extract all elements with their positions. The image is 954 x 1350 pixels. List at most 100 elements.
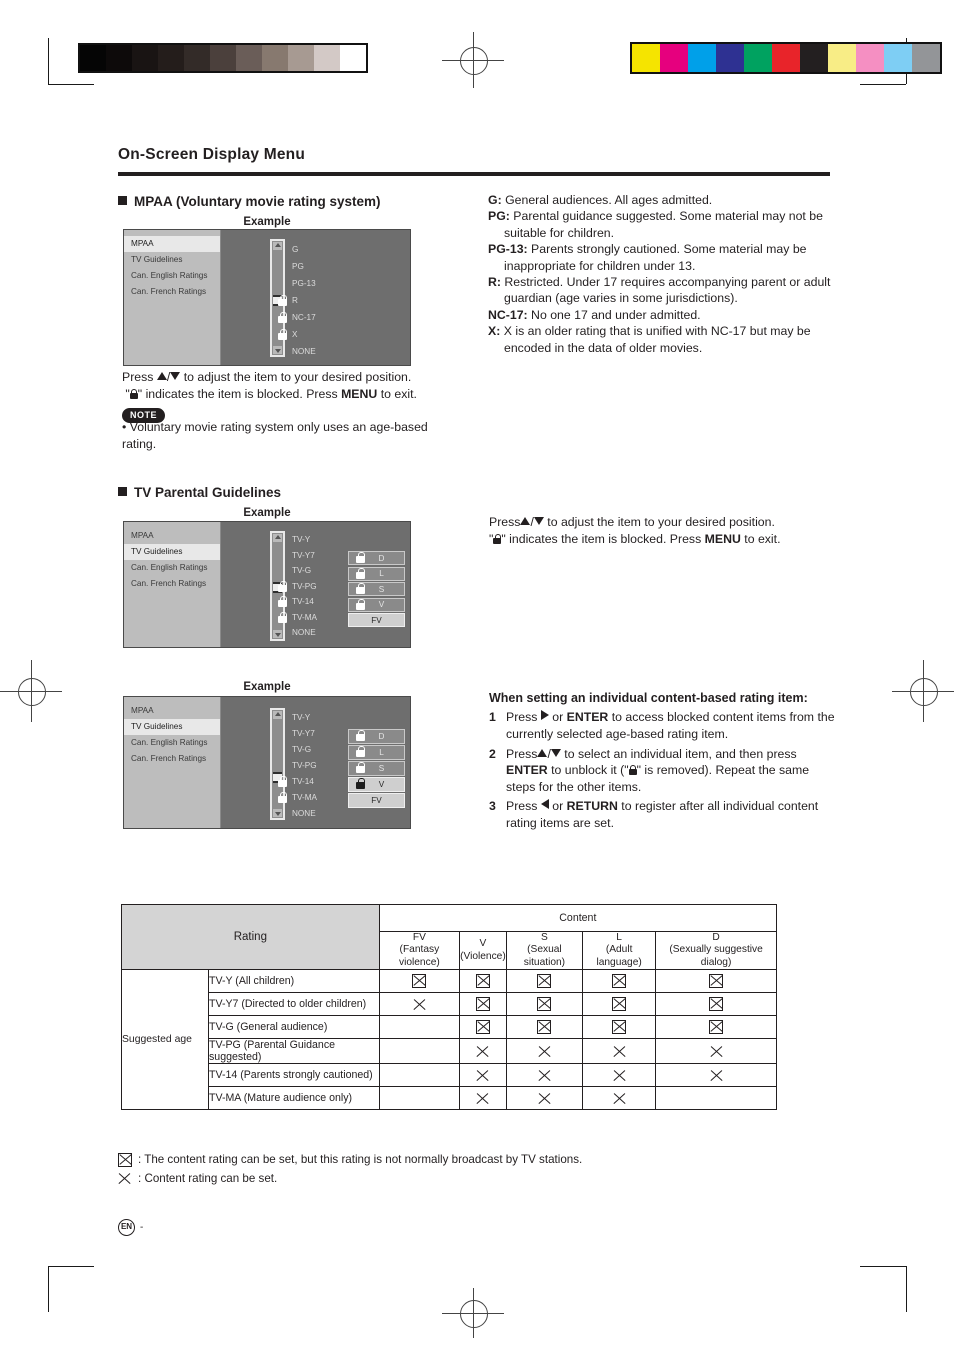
osd-content-panel: TV-Y TV-Y7 TV-G TV-PG TV-14 TV-MA NONE D L S V FV [220, 522, 410, 647]
rating-mark-cell [505, 1063, 584, 1088]
scroll-down-arrow-icon[interactable] [273, 809, 282, 817]
rating-mark-cell [459, 1086, 507, 1111]
osd-rating-label: TV-Y [292, 713, 311, 722]
osd-content-box[interactable]: V [348, 777, 405, 792]
osd-menu-item[interactable]: MPAA [124, 236, 220, 253]
lock-icon [278, 611, 287, 623]
osd-menu-item[interactable]: Can. English Ratings [124, 735, 220, 751]
osd-menu-item[interactable]: Can. French Ratings [124, 284, 220, 300]
content-column-header: V (Violence) [459, 930, 507, 971]
example-label-tv-2: Example [243, 681, 291, 693]
lock-icon [278, 776, 287, 787]
bullet-square-icon [118, 487, 127, 496]
osd-menu-panel: MPAA TV Guidelines Can. English Ratings Can… [124, 522, 221, 647]
osd-content-box[interactable]: L [348, 566, 405, 581]
osd-rating-row[interactable]: NONE [292, 347, 382, 356]
osd-rating-label: TV-MA [292, 793, 318, 802]
osd-content-box[interactable]: D [348, 729, 405, 744]
osd-menu-item[interactable]: TV Guidelines [124, 719, 220, 736]
down-arrow-icon [533, 517, 544, 525]
mpaa-instruction-blocked: " indicates the item is blocked. Press [137, 386, 342, 401]
registration-mark-bottom [442, 1288, 504, 1338]
instruction-step: 1 Press or ENTER to access blocked conten… [489, 709, 837, 742]
rating-mark-cell [459, 969, 507, 994]
lock-icon [356, 567, 365, 579]
scroll-up-arrow-icon[interactable] [273, 534, 282, 542]
osd-rating-row[interactable]: TV-Y [292, 535, 382, 544]
rating-mark-cell [582, 992, 657, 1017]
rating-mark-cell [459, 1063, 507, 1088]
osd-content-box-label: FV [371, 615, 382, 625]
rating-name-cell: TV-MA (Mature audience only) [208, 1086, 380, 1111]
crop-mark-top-left-h [48, 84, 94, 85]
crop-mark-top-right-h [860, 84, 906, 85]
osd-menu-item[interactable]: TV Guidelines [124, 252, 220, 268]
osd-rating-row[interactable]: G [292, 245, 382, 254]
bullet-square-icon [118, 196, 127, 205]
scroll-down-arrow-icon[interactable] [273, 346, 282, 354]
example-label-tv-1: Example [243, 507, 291, 519]
osd-content-box[interactable]: L [348, 745, 405, 760]
section-heading-mpaa-label: MPAA (Voluntary movie rating system) [134, 194, 381, 209]
rating-mark-cell [505, 969, 584, 994]
osd-rating-row[interactable]: NONE [292, 809, 382, 818]
box-x-mark-icon [709, 1020, 724, 1035]
rating-mark-cell [505, 1086, 584, 1111]
rating-content-table: Rating Content FV (Fantasy violence) V (Viole… [121, 903, 778, 1111]
scroll-down-arrow-icon[interactable] [273, 630, 282, 638]
osd-rating-row[interactable]: NONE [292, 628, 382, 637]
x-mark-icon [613, 1092, 626, 1105]
color-swatch [744, 44, 772, 72]
rating-mark-cell [655, 969, 777, 994]
box-x-mark-icon [537, 974, 552, 989]
osd-rating-row[interactable]: PG [292, 262, 382, 271]
grayscale-calibration-bar [78, 43, 368, 73]
osd-menu-item[interactable]: MPAA [124, 703, 220, 719]
rating-mark-cell [655, 1063, 777, 1088]
x-mark-icon [613, 1045, 626, 1058]
step-number: 3 [489, 799, 496, 814]
osd-rating-label: NC-17 [292, 313, 316, 322]
osd-rating-row[interactable]: NC-17 [278, 312, 382, 323]
section-heading-tv: TV Parental Guidelines [118, 485, 281, 500]
down-arrow-icon [550, 748, 561, 757]
osd-screenshot-tv-2: MPAA TV Guidelines Can. English Ratings Can… [123, 696, 411, 829]
osd-menu-item[interactable]: Can. French Ratings [124, 751, 220, 767]
mpaa-definition-desc: General audiences. All ages admitted. [501, 193, 713, 207]
table-legend: : The content rating can be set, but thi… [118, 1150, 758, 1188]
osd-menu-item[interactable]: Can. English Ratings [124, 268, 220, 284]
osd-menu-item[interactable]: MPAA [124, 528, 220, 544]
menu-key-label: MENU [341, 386, 378, 401]
osd-rating-row[interactable]: X [278, 329, 382, 340]
scroll-up-arrow-icon[interactable] [273, 242, 282, 250]
color-swatch [912, 44, 940, 72]
osd-rating-row[interactable]: TV-Y [292, 713, 382, 722]
rating-mark-cell [505, 1015, 584, 1040]
x-mark-icon [476, 1045, 489, 1058]
mpaa-instruction-suffix: to adjust the item to your desired posit… [180, 370, 412, 384]
lock-icon [356, 730, 365, 742]
mpaa-definition-desc: No one 17 and under admitted. [527, 307, 701, 322]
osd-content-box[interactable]: D [348, 551, 405, 565]
osd-rating-label: TV-G [292, 745, 312, 754]
osd-content-box[interactable]: S [348, 582, 405, 596]
osd-content-box[interactable]: FV [348, 613, 405, 627]
mpaa-definition-term: PG: [488, 209, 510, 224]
table-row: TV-G (General audience) [122, 1015, 777, 1040]
osd-rating-label: TV-Y7 [292, 550, 315, 560]
osd-menu-item[interactable]: Can. French Ratings [124, 576, 220, 592]
right-arrow-icon [540, 710, 549, 721]
tv-instruction-suffix: to adjust the item to your desired posit… [543, 515, 775, 529]
osd-content-box[interactable]: FV [348, 793, 405, 808]
osd-content-box[interactable]: V [348, 597, 405, 612]
crop-mark-bottom-left-v [48, 1266, 49, 1312]
scroll-up-arrow-icon[interactable] [273, 711, 282, 719]
osd-content-box[interactable]: S [348, 761, 405, 776]
gray-swatch [340, 45, 366, 71]
registration-mark-left [0, 660, 62, 722]
osd-rating-row[interactable]: R [278, 295, 382, 306]
box-x-mark-icon [612, 997, 627, 1012]
osd-rating-row[interactable]: PG-13 [292, 279, 382, 288]
osd-menu-item[interactable]: TV Guidelines [124, 544, 220, 561]
osd-menu-item[interactable]: Can. English Ratings [124, 560, 220, 576]
